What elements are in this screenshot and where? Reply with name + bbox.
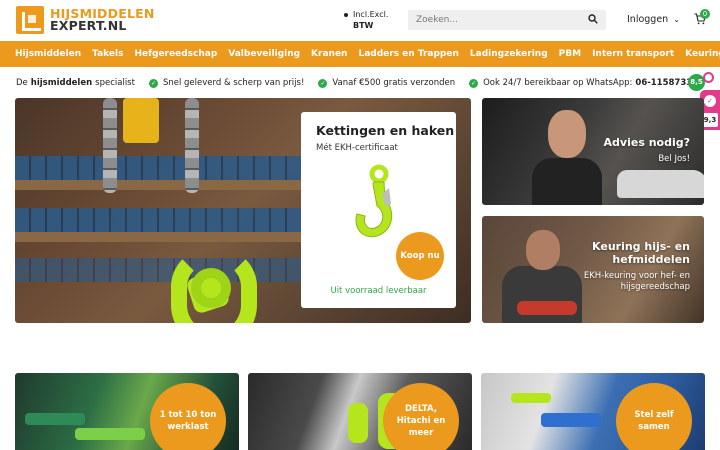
sling-image bbox=[25, 413, 85, 425]
tile-badge: Stel zelf samen bbox=[616, 383, 692, 450]
usp-specialist-prefix: De bbox=[16, 78, 28, 88]
inspection-subtitle: EKH-keuring voor hef- en hijsgereedschap bbox=[584, 271, 690, 293]
top-header: HIJSMIDDELEN EXPERT.NL Incl.Excl. BTW In… bbox=[0, 0, 720, 40]
inspection-panel[interactable]: Keuring hijs- en hefmiddelen EKH-keuring… bbox=[482, 216, 704, 323]
tile-badge: DELTA, Hitachi en meer bbox=[383, 383, 459, 450]
nav-item-kranen[interactable]: Kranen bbox=[311, 49, 347, 59]
usp-whatsapp[interactable]: ✓ Ook 24/7 bereikbaar op WhatsApp: 06-11… bbox=[469, 78, 701, 88]
login-button[interactable]: Inloggen ⌄ bbox=[627, 14, 680, 25]
trust-check-icon: ✓ bbox=[704, 95, 716, 107]
usp-bar: De hijsmiddelen specialist ✓ Snel geleve… bbox=[0, 74, 720, 92]
inspection-title-line2: hefmiddelen bbox=[612, 253, 690, 266]
usp-specialist-suffix: specialist bbox=[95, 78, 135, 88]
sling-image bbox=[517, 301, 577, 315]
logo-mark-icon bbox=[16, 6, 44, 34]
shelf-image bbox=[15, 180, 315, 190]
site-logo[interactable]: HIJSMIDDELEN EXPERT.NL bbox=[16, 6, 155, 34]
usp-item: ✓ Vanaf €500 gratis verzonden bbox=[318, 78, 455, 88]
nav-item-intern-transport[interactable]: Intern transport bbox=[592, 49, 674, 59]
usp-specialist: De hijsmiddelen specialist bbox=[16, 78, 135, 88]
logo-line2: EXPERT.NL bbox=[50, 18, 127, 33]
usp-specialist-bold: hijsmiddelen bbox=[30, 78, 93, 88]
nav-item-keuringen[interactable]: Keuringen bbox=[685, 49, 720, 59]
shelf-bins-image bbox=[15, 258, 315, 282]
advice-subtitle: Bel Jos! bbox=[658, 154, 690, 164]
shelf-bins-image bbox=[15, 156, 315, 180]
tile-line1: Stel zelf bbox=[634, 410, 674, 420]
sling-image bbox=[75, 428, 145, 440]
person-image bbox=[532, 158, 602, 205]
tax-toggle-btw: BTW bbox=[353, 21, 374, 30]
tax-toggle-label: Incl.Excl. bbox=[353, 10, 389, 19]
car-image bbox=[617, 170, 704, 198]
shelf-bins-image bbox=[15, 208, 315, 232]
check-icon: ✓ bbox=[469, 78, 479, 88]
check-icon: ✓ bbox=[148, 78, 158, 88]
inspection-sub-line2: hijsgereedschap bbox=[620, 282, 690, 292]
tile-line2: Hitachi en bbox=[396, 416, 446, 426]
category-tile[interactable]: DELTA, Hitachi en meer bbox=[248, 373, 472, 450]
person-image bbox=[548, 110, 586, 158]
login-label: Inloggen bbox=[627, 14, 669, 25]
main-nav: Hijsmiddelen Takels Hefgereedschap Valbe… bbox=[0, 41, 720, 67]
logo-text: HIJSMIDDELEN EXPERT.NL bbox=[50, 7, 155, 33]
search-input[interactable] bbox=[408, 10, 606, 30]
person-image bbox=[526, 230, 560, 270]
nav-item-hijsmiddelen[interactable]: Hijsmiddelen bbox=[15, 49, 81, 59]
check-icon: ✓ bbox=[318, 78, 328, 88]
shelf-image bbox=[15, 232, 315, 242]
yellow-chain-image bbox=[123, 98, 159, 143]
chain-image bbox=[185, 98, 199, 193]
tile-line2: samen bbox=[638, 422, 670, 432]
advice-title: Advies nodig? bbox=[603, 136, 690, 149]
rating-score: 9,3 bbox=[702, 113, 718, 127]
hook-image bbox=[348, 403, 368, 443]
tile-line2: werklast bbox=[167, 422, 209, 432]
tax-toggle[interactable]: Incl.Excl. BTW bbox=[344, 9, 388, 31]
buy-now-button[interactable]: Koop nu bbox=[396, 232, 444, 280]
inspection-title-line1: Keuring hijs- en bbox=[592, 240, 690, 253]
toggle-dot-icon bbox=[344, 12, 348, 17]
nav-item-valbeveiliging[interactable]: Valbeveiliging bbox=[228, 49, 300, 59]
hook-image bbox=[191, 268, 231, 308]
nav-item-takels[interactable]: Takels bbox=[92, 49, 123, 59]
promo-title: Kettingen en haken bbox=[316, 123, 455, 138]
inspection-sub-line1: EKH-keuring voor hef- en bbox=[583, 271, 690, 281]
category-tile[interactable]: Stel zelf samen bbox=[481, 373, 705, 450]
tile-line1: 1 tot 10 ton bbox=[159, 410, 217, 420]
trust-mark-icon bbox=[703, 72, 714, 83]
hook-product-image bbox=[355, 164, 393, 238]
tile-line3: meer bbox=[408, 428, 434, 438]
chevron-down-icon: ⌄ bbox=[673, 15, 680, 24]
usp-item: ✓ Snel geleverd & scherp van prijs! bbox=[148, 78, 305, 88]
nav-item-ladders[interactable]: Ladders en Trappen bbox=[358, 49, 458, 59]
search-icon[interactable] bbox=[588, 14, 598, 24]
usp-text: Snel geleverd & scherp van prijs! bbox=[162, 78, 305, 88]
inspection-title: Keuring hijs- en hefmiddelen bbox=[592, 240, 690, 266]
chain-image bbox=[511, 393, 551, 403]
promo-card[interactable]: Kettingen en haken Mét EKH-certificaat U… bbox=[301, 112, 456, 308]
tile-badge: 1 tot 10 ton werklast bbox=[150, 383, 226, 450]
usp-text: Vanaf €500 gratis verzonden bbox=[332, 78, 456, 88]
stock-status: Uit voorraad leverbaar bbox=[330, 286, 427, 296]
nav-item-ladingzekering[interactable]: Ladingzekering bbox=[470, 49, 548, 59]
promo-subtitle: Mét EKH-certificaat bbox=[316, 143, 398, 153]
usp-whatsapp-text: Ook 24/7 bereikbaar op WhatsApp: bbox=[483, 78, 633, 88]
chain-image bbox=[103, 98, 117, 193]
nav-item-pbm[interactable]: PBM bbox=[559, 49, 581, 59]
advice-panel[interactable]: Advies nodig? Bel Jos! bbox=[482, 98, 704, 205]
chain-image bbox=[541, 413, 601, 427]
tile-line1: DELTA, bbox=[405, 404, 437, 414]
category-tile[interactable]: 1 tot 10 ton werklast bbox=[15, 373, 239, 450]
nav-item-hefgereedschap[interactable]: Hefgereedschap bbox=[134, 49, 217, 59]
cart-count-badge: 0 bbox=[700, 9, 710, 19]
